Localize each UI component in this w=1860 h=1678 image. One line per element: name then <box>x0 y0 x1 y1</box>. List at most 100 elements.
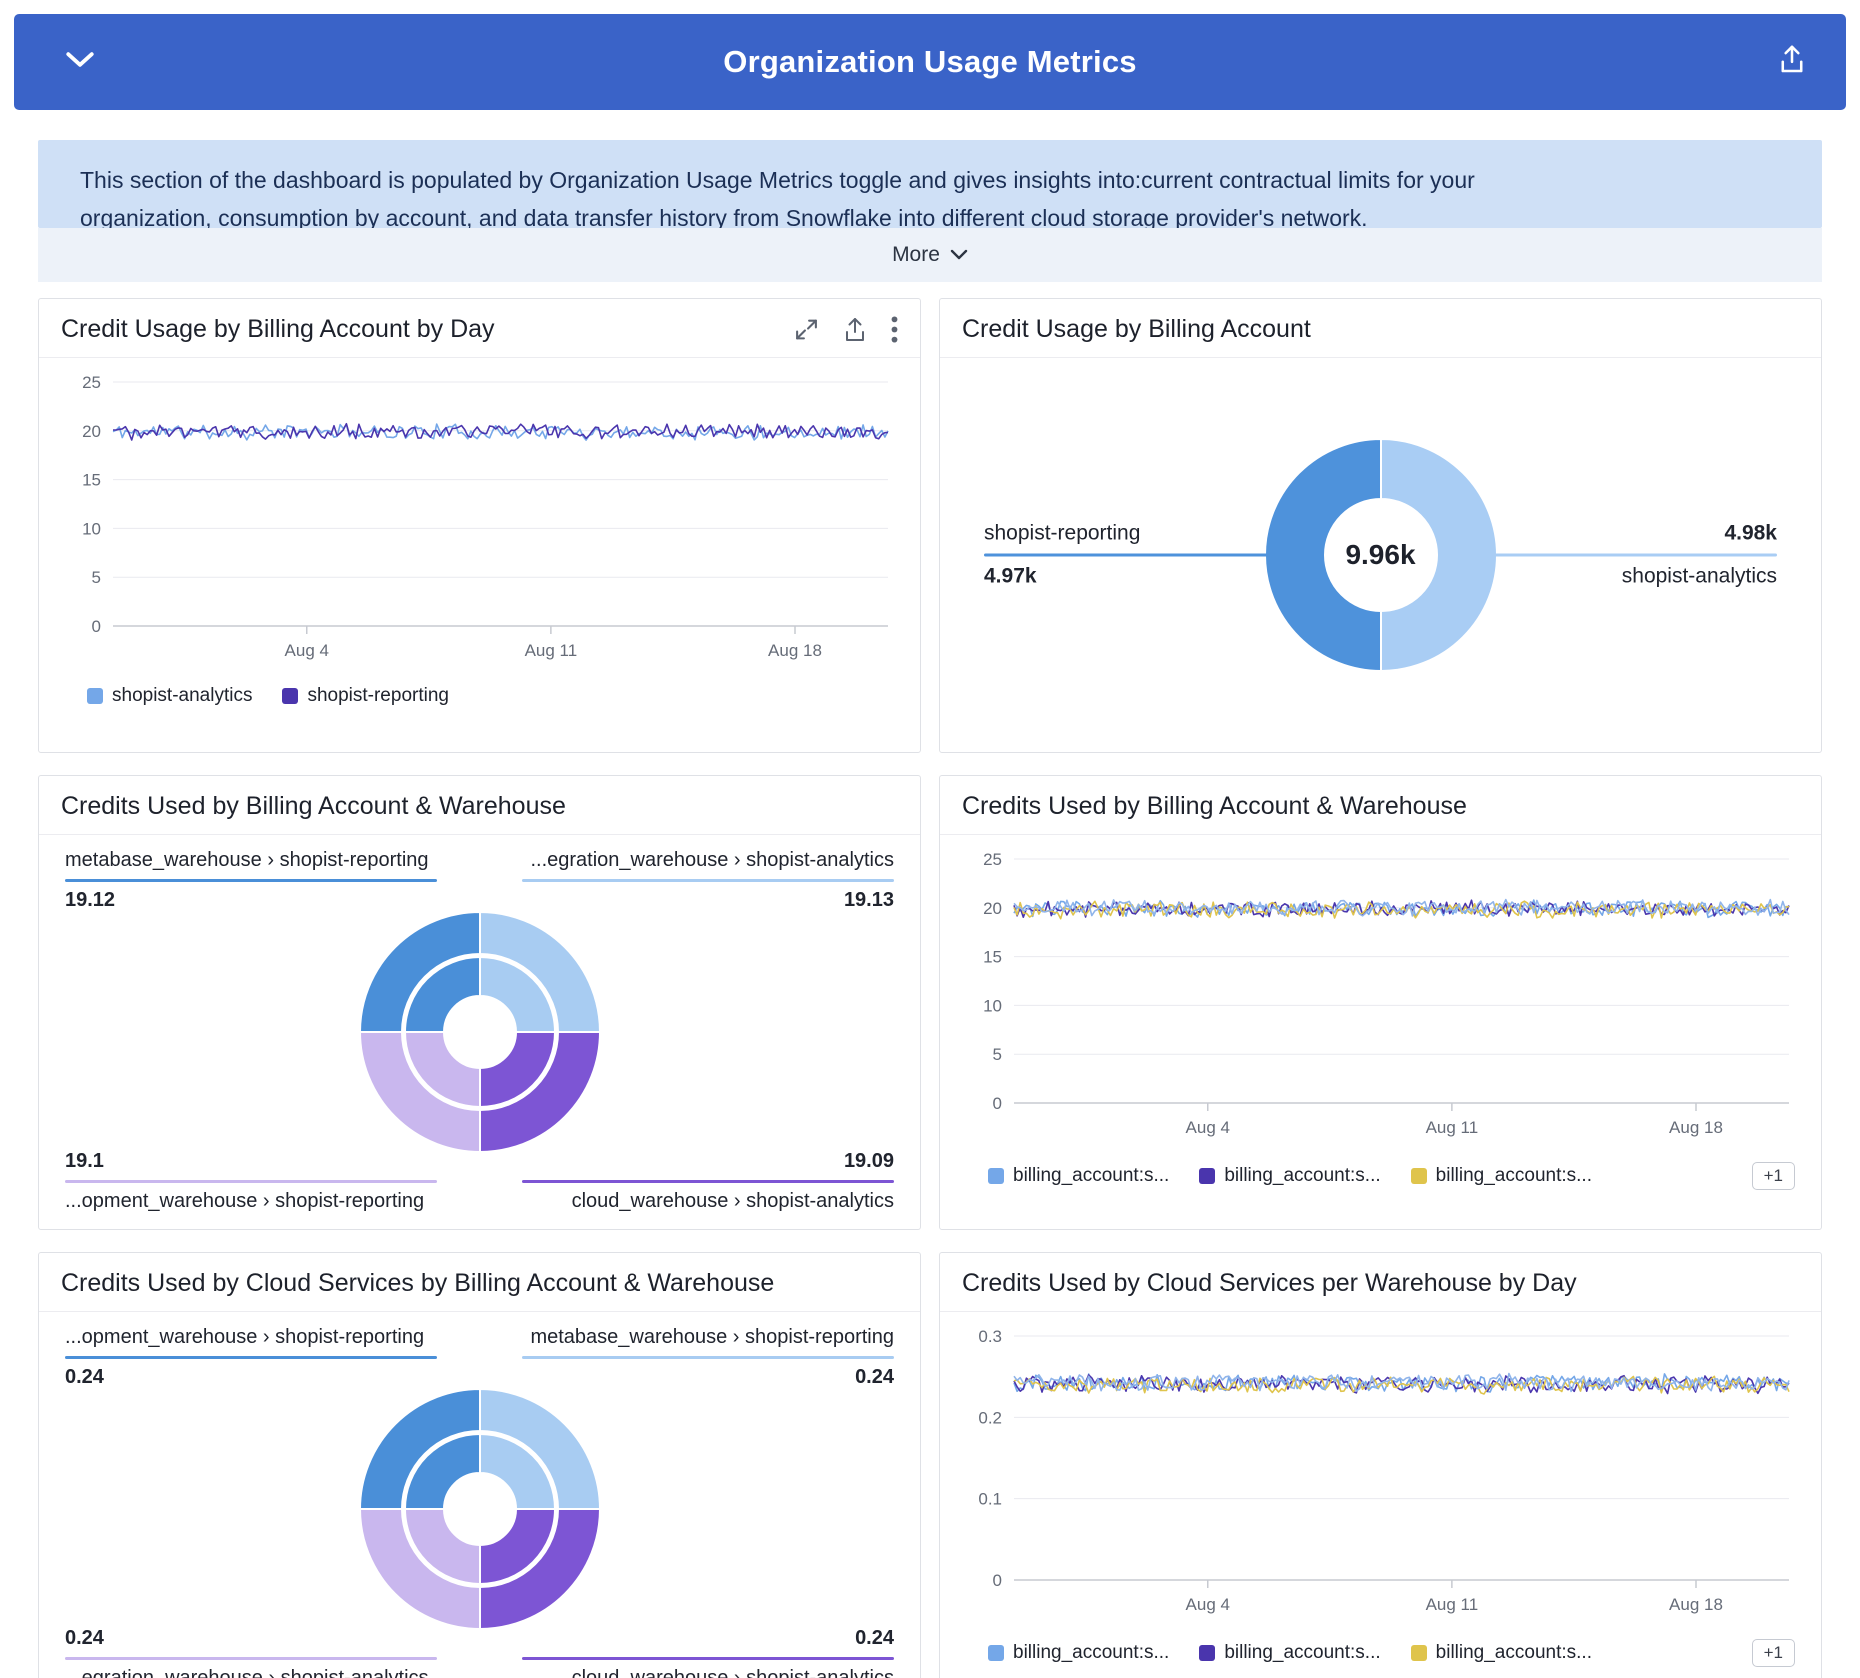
widget-grid: Credit Usage by Billing Account by Day 0… <box>38 298 1822 1678</box>
banner-text-line-2: organization, consumption by account, an… <box>80 199 1780 228</box>
widget-title: Credits Used by Cloud Services per Wareh… <box>962 1269 1577 1298</box>
svg-text:Aug 11: Aug 11 <box>1426 1595 1479 1614</box>
donut-total-value: 9.96k <box>1345 539 1415 571</box>
segment-label: metabase_warehouse › shopist-reporting <box>522 1326 894 1349</box>
legend-swatch <box>988 1645 1004 1661</box>
widget-title: Credits Used by Billing Account & Wareho… <box>61 792 566 821</box>
svg-text:15: 15 <box>82 471 101 490</box>
legend-label: billing_account:s... <box>1224 1642 1380 1664</box>
kebab-menu-icon[interactable] <box>891 316 898 343</box>
collapse-section-button[interactable] <box>64 50 96 75</box>
donut-label-left: shopist-reporting 4.97k <box>984 522 1314 589</box>
legend-overflow-chip[interactable]: +1 <box>1752 1639 1795 1667</box>
widget-header: Credit Usage by Billing Account <box>940 299 1821 358</box>
leader-line <box>522 1356 894 1359</box>
legend-item[interactable]: billing_account:s... <box>988 1642 1169 1664</box>
leader-line <box>522 1180 894 1183</box>
donut-label-right: 4.98k shopist-analytics <box>1447 522 1777 589</box>
svg-text:Aug 4: Aug 4 <box>1186 1595 1230 1614</box>
chart-area: 00.10.20.3Aug 4Aug 11Aug 18 <box>940 1312 1821 1627</box>
widget-title: Credits Used by Billing Account & Wareho… <box>962 792 1467 821</box>
chart-legend: billing_account:s... billing_account:s..… <box>940 1150 1821 1190</box>
sunburst-label-bottom-right: 19.09 cloud_warehouse › shopist-analytic… <box>522 1150 894 1213</box>
sunburst-label-top-right: ...egration_warehouse › shopist-analytic… <box>522 849 894 912</box>
legend-label: shopist-reporting <box>307 685 449 707</box>
line-chart[interactable]: 0510152025Aug 4Aug 11Aug 18 <box>962 845 1801 1145</box>
line-chart[interactable]: 0510152025Aug 4Aug 11Aug 18 <box>61 368 900 668</box>
section-header: Organization Usage Metrics <box>14 14 1846 110</box>
chart-area: 0510152025Aug 4Aug 11Aug 18 <box>940 835 1821 1150</box>
segment-value: 0.24 <box>522 1627 894 1650</box>
expand-icon[interactable] <box>794 317 819 342</box>
legend-item[interactable]: shopist-analytics <box>87 685 252 707</box>
section-description-banner: This section of the dashboard is populat… <box>38 140 1822 228</box>
dashboard-page: Organization Usage Metrics This section … <box>0 0 1860 1678</box>
sunburst-chart[interactable] <box>357 909 603 1155</box>
legend-overflow-chip[interactable]: +1 <box>1752 1162 1795 1190</box>
svg-text:25: 25 <box>983 850 1002 869</box>
sunburst-chart[interactable] <box>357 1386 603 1632</box>
export-icon <box>1778 45 1806 80</box>
svg-text:0: 0 <box>993 1571 1002 1590</box>
widget-credits-warehouse-lines: Credits Used by Billing Account & Wareho… <box>939 775 1822 1230</box>
svg-text:Aug 11: Aug 11 <box>525 641 578 660</box>
line-chart[interactable]: 00.10.20.3Aug 4Aug 11Aug 18 <box>962 1322 1801 1622</box>
widget-cloud-services-sunburst: Credits Used by Cloud Services by Billin… <box>38 1252 921 1678</box>
segment-label: cloud_warehouse › shopist-analytics <box>522 1190 894 1213</box>
chart-area: 0510152025Aug 4Aug 11Aug 18 <box>39 358 920 673</box>
segment-label: ...opment_warehouse › shopist-reporting <box>65 1190 437 1213</box>
leader-line <box>984 554 1314 557</box>
segment-label: shopist-analytics <box>1447 565 1777 589</box>
leader-line <box>65 1180 437 1183</box>
export-icon[interactable] <box>843 317 867 343</box>
legend-label: billing_account:s... <box>1436 1642 1592 1664</box>
svg-text:0.2: 0.2 <box>978 1408 1002 1427</box>
more-expander[interactable]: More <box>38 228 1822 282</box>
chart-legend: billing_account:s... billing_account:s..… <box>940 1627 1821 1667</box>
widget-title: Credit Usage by Billing Account by Day <box>61 315 495 344</box>
svg-text:20: 20 <box>983 899 1002 918</box>
sunburst-chart-area: ...opment_warehouse › shopist-reporting … <box>39 1312 920 1678</box>
widget-toolbar <box>794 316 898 343</box>
legend-item[interactable]: billing_account:s... <box>1411 1165 1592 1187</box>
legend-item[interactable]: billing_account:s... <box>1199 1165 1380 1187</box>
legend-swatch <box>282 688 298 704</box>
segment-label: ...egration_warehouse › shopist-analytic… <box>65 1667 437 1678</box>
segment-value: 4.98k <box>1447 522 1777 546</box>
section-title: Organization Usage Metrics <box>723 44 1136 80</box>
leader-line <box>65 1356 437 1359</box>
legend-item[interactable]: billing_account:s... <box>988 1165 1169 1187</box>
widget-credit-usage-by-day: Credit Usage by Billing Account by Day 0… <box>38 298 921 753</box>
legend-item[interactable]: billing_account:s... <box>1199 1642 1380 1664</box>
widget-header: Credit Usage by Billing Account by Day <box>39 299 920 358</box>
legend-item[interactable]: shopist-reporting <box>282 685 449 707</box>
svg-text:0: 0 <box>993 1094 1002 1113</box>
widget-title: Credit Usage by Billing Account <box>962 315 1311 344</box>
sunburst-label-bottom-left: 0.24 ...egration_warehouse › shopist-ana… <box>65 1627 437 1678</box>
donut-chart-area: 9.96k shopist-reporting 4.97k 4.98k shop… <box>940 358 1821 752</box>
legend-swatch <box>87 688 103 704</box>
legend-swatch <box>1411 1645 1427 1661</box>
legend-label: billing_account:s... <box>1013 1165 1169 1187</box>
svg-text:15: 15 <box>983 948 1002 967</box>
widget-header: Credits Used by Billing Account & Wareho… <box>39 776 920 835</box>
legend-swatch <box>1411 1168 1427 1184</box>
legend-swatch <box>1199 1645 1215 1661</box>
legend-item[interactable]: billing_account:s... <box>1411 1642 1592 1664</box>
sunburst-chart-area: metabase_warehouse › shopist-reporting 1… <box>39 835 920 1229</box>
chevron-down-icon <box>64 50 96 75</box>
svg-text:10: 10 <box>82 519 101 538</box>
widget-body: metabase_warehouse › shopist-reporting 1… <box>39 835 920 1229</box>
widget-title: Credits Used by Cloud Services by Billin… <box>61 1269 774 1298</box>
share-section-button[interactable] <box>1778 45 1806 80</box>
segment-value: 0.24 <box>65 1627 437 1650</box>
svg-text:Aug 4: Aug 4 <box>285 641 329 660</box>
segment-value: 4.97k <box>984 565 1314 589</box>
chart-legend: shopist-analytics shopist-reporting <box>39 673 920 707</box>
widget-body: 0510152025Aug 4Aug 11Aug 18 shopist-anal… <box>39 358 920 752</box>
chevron-down-icon <box>950 243 968 267</box>
segment-label: cloud_warehouse › shopist-analytics <box>522 1667 894 1678</box>
segment-value: 0.24 <box>522 1366 894 1389</box>
sunburst-label-top-left: ...opment_warehouse › shopist-reporting … <box>65 1326 437 1389</box>
svg-text:25: 25 <box>82 373 101 392</box>
